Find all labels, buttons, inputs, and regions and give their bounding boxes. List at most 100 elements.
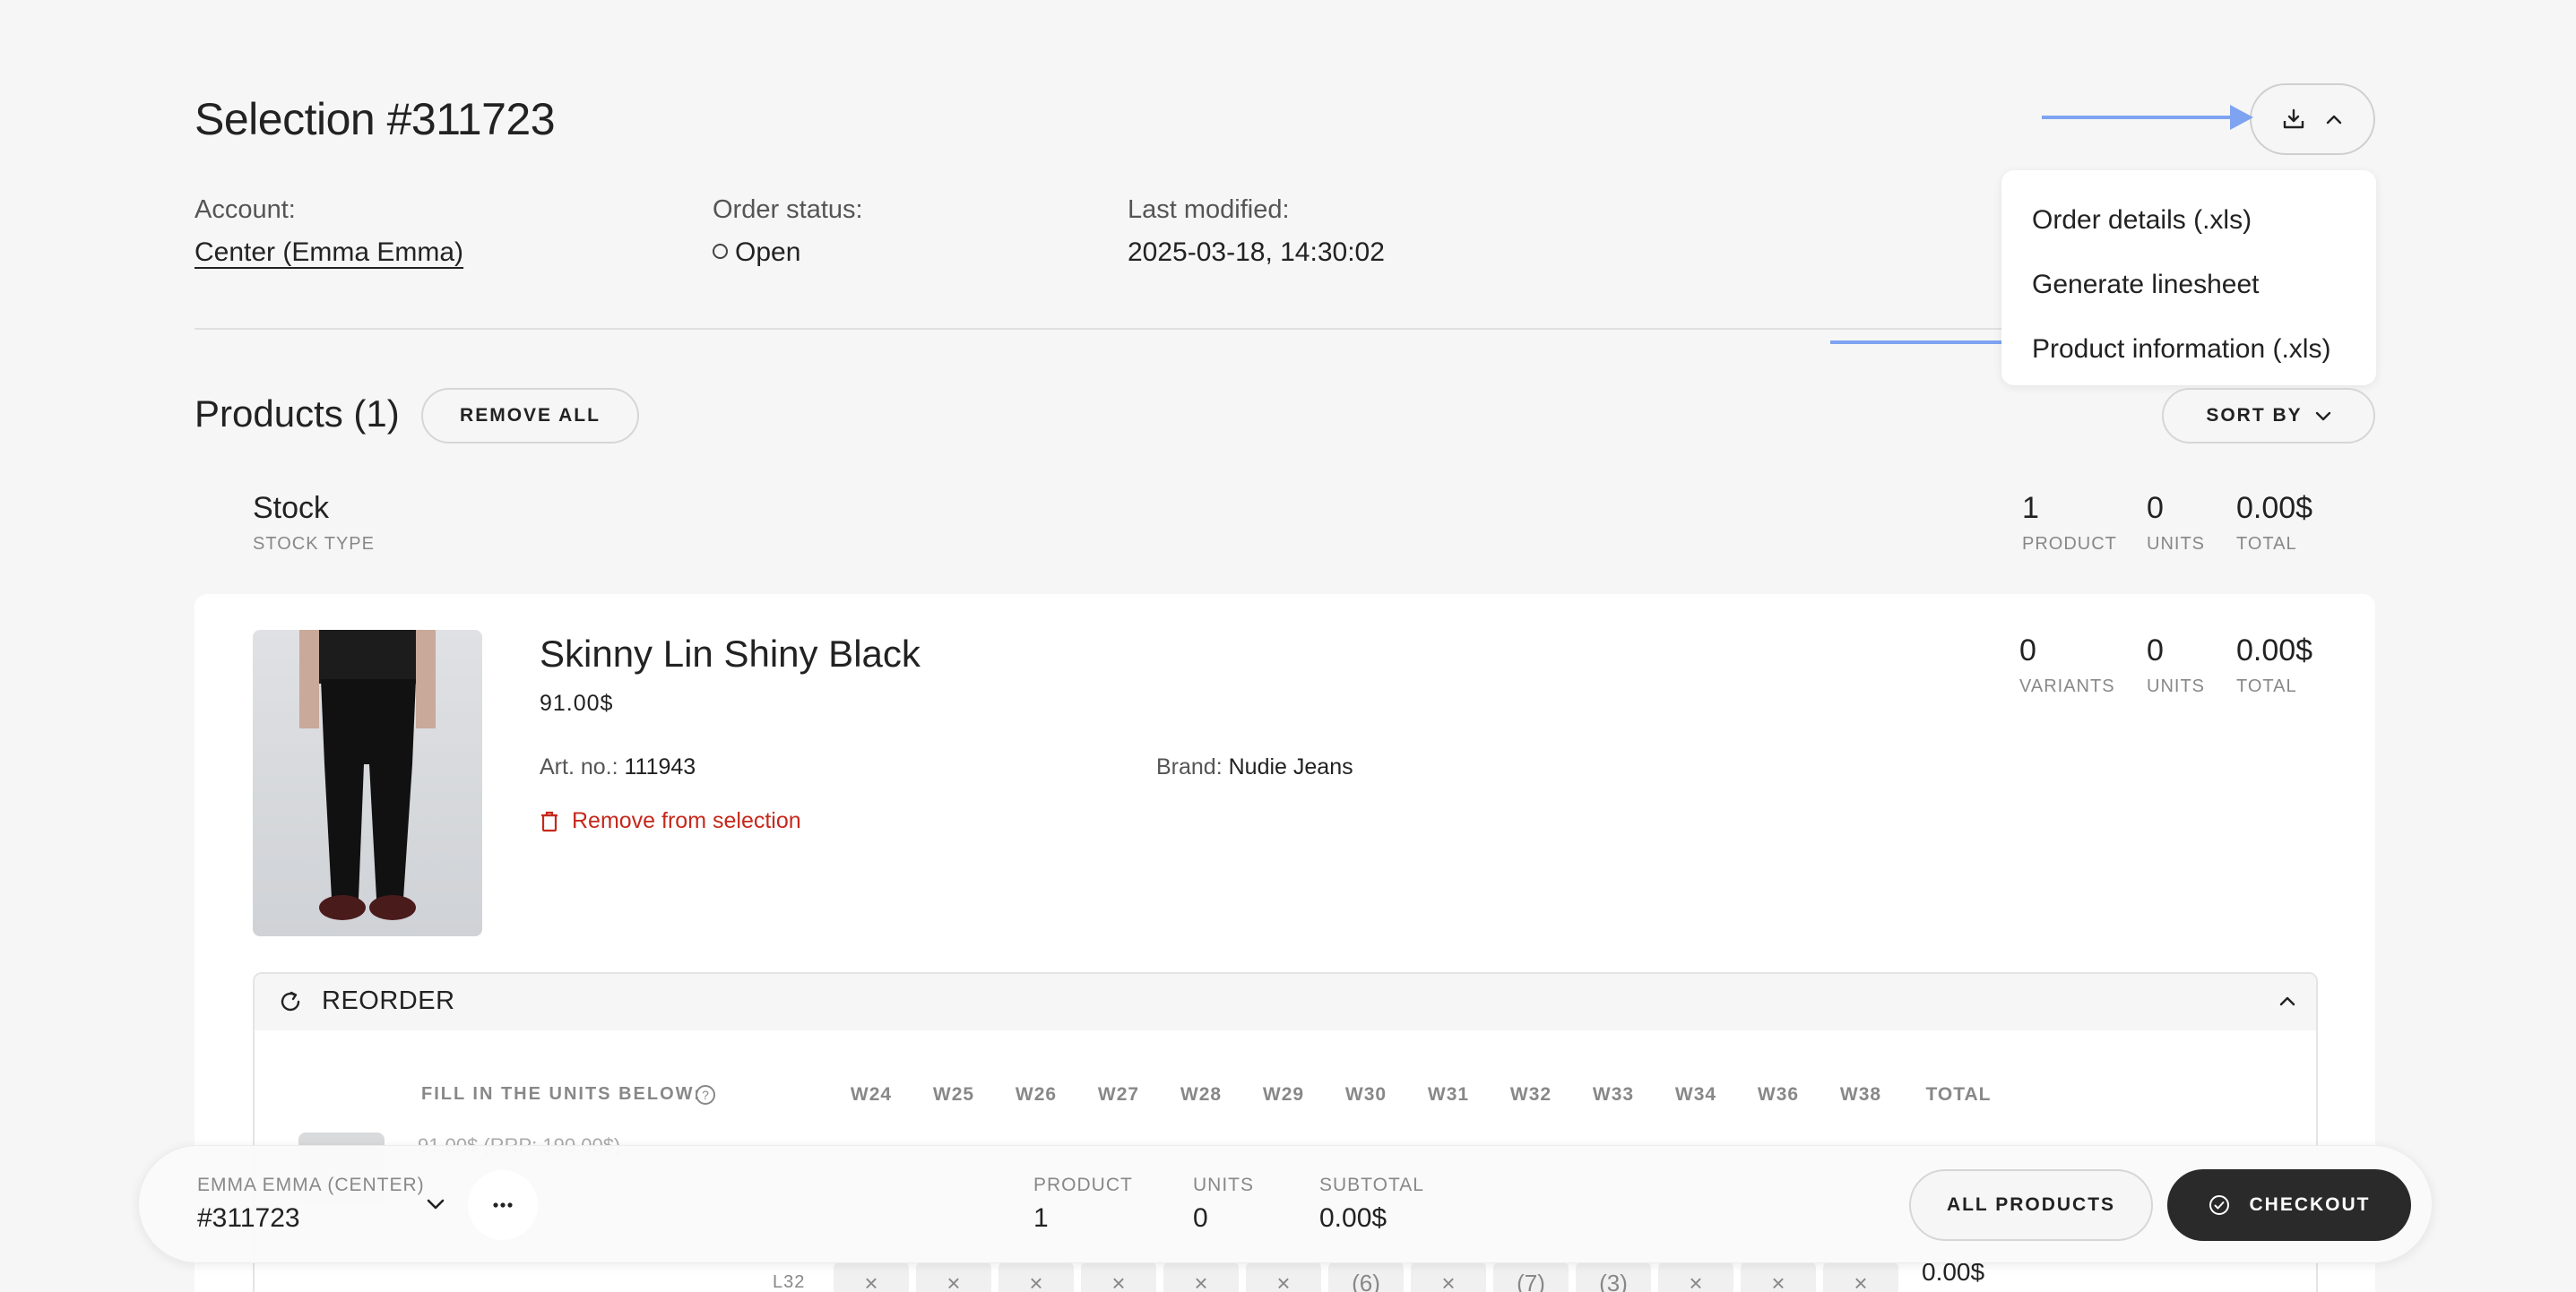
download-icon xyxy=(2283,108,2304,129)
unit-cell[interactable]: (3) xyxy=(1576,1262,1651,1292)
bar-units-label: UNITS xyxy=(1193,1175,1254,1195)
product-units-label: UNITS xyxy=(2147,676,2205,696)
week-header-w26: W26 xyxy=(1015,1084,1058,1105)
unit-cell[interactable]: × xyxy=(1163,1262,1239,1292)
product-variants-label: VARIANTS xyxy=(2019,676,2115,696)
week-header-w32: W32 xyxy=(1509,1084,1552,1105)
account-block: Account: Center (Emma Emma) xyxy=(194,195,463,268)
fill-units-label: FILL IN THE UNITS BELOW: xyxy=(421,1084,702,1104)
checkout-button[interactable]: CHECKOUT xyxy=(2167,1169,2411,1241)
product-total-label: TOTAL xyxy=(2236,676,2297,696)
brand-value: Nudie Jeans xyxy=(1228,754,1353,780)
product-image[interactable] xyxy=(253,630,482,936)
sort-by-button[interactable]: SORT BY xyxy=(2162,388,2375,444)
status-circle-icon xyxy=(713,243,728,259)
last-modified-value: 2025-03-18, 14:30:02 xyxy=(1128,237,1385,267)
week-header-w31: W31 xyxy=(1427,1084,1470,1105)
week-header-w34: W34 xyxy=(1674,1084,1717,1105)
bar-product-value: 1 xyxy=(1033,1203,1049,1233)
bar-subtotal-label: SUBTOTAL xyxy=(1319,1175,1424,1195)
product-variants: 0 xyxy=(2019,633,2036,668)
remove-from-selection-label: Remove from selection xyxy=(572,808,801,833)
last-modified-label: Last modified: xyxy=(1128,195,1290,224)
bar-product-label: PRODUCT xyxy=(1033,1175,1133,1195)
stock-product-label: PRODUCT xyxy=(2022,534,2117,554)
unit-cell[interactable]: (7) xyxy=(1493,1262,1569,1292)
help-icon[interactable]: ? xyxy=(695,1084,716,1106)
week-header-w29: W29 xyxy=(1262,1084,1305,1105)
sort-by-label: SORT BY xyxy=(2206,405,2303,426)
remove-all-button[interactable]: REMOVE ALL xyxy=(421,388,639,444)
annotation-arrow-line-top xyxy=(2042,116,2234,119)
reorder-title: REORDER xyxy=(322,986,455,1015)
more-options-button[interactable] xyxy=(468,1170,538,1240)
chevron-down-icon[interactable] xyxy=(425,1197,446,1211)
week-header-w27: W27 xyxy=(1097,1084,1140,1105)
bar-units-value: 0 xyxy=(1193,1203,1208,1233)
unit-cell[interactable]: × xyxy=(1081,1262,1156,1292)
trash-icon xyxy=(541,811,558,831)
week-header-w24: W24 xyxy=(850,1084,893,1105)
product-total: 0.00$ xyxy=(2236,633,2313,668)
unit-cell[interactable]: × xyxy=(834,1262,909,1292)
account-label: Account: xyxy=(194,195,296,224)
checkout-label: CHECKOUT xyxy=(2249,1194,2371,1215)
week-header-w33: W33 xyxy=(1592,1084,1635,1105)
check-circle-icon xyxy=(2209,1195,2229,1215)
chevron-up-icon[interactable] xyxy=(2278,995,2296,1007)
stock-title: Stock xyxy=(253,491,330,525)
brand: Brand: Nudie Jeans xyxy=(1156,754,1353,780)
chevron-down-icon xyxy=(2315,411,2330,421)
menu-item-generate-linesheet[interactable]: Generate linesheet xyxy=(2001,253,2376,317)
menu-item-product-information[interactable]: Product information (.xls) xyxy=(2001,317,2376,382)
article-number-value: 111943 xyxy=(624,754,696,780)
brand-label: Brand: xyxy=(1156,754,1223,780)
stock-subtitle: STOCK TYPE xyxy=(253,534,375,554)
more-dots-icon xyxy=(493,1202,513,1208)
bar-subtotal-value: 0.00$ xyxy=(1319,1203,1387,1233)
remove-from-selection-link[interactable]: Remove from selection xyxy=(540,808,801,834)
product-name[interactable]: Skinny Lin Shiny Black xyxy=(540,633,921,676)
unit-cell[interactable]: × xyxy=(1658,1262,1733,1292)
week-header-w38: W38 xyxy=(1839,1084,1882,1105)
week-header-w36: W36 xyxy=(1757,1084,1800,1105)
stock-units-label: UNITS xyxy=(2147,534,2205,554)
order-status-label: Order status: xyxy=(713,195,863,224)
annotation-arrow-head-top xyxy=(2230,105,2253,130)
account-link[interactable]: Center (Emma Emma) xyxy=(194,237,463,268)
export-button[interactable] xyxy=(2250,83,2375,155)
unit-cell[interactable]: × xyxy=(1741,1262,1816,1292)
order-status-text: Open xyxy=(735,237,801,267)
article-number-label: Art. no.: xyxy=(540,754,618,780)
stock-total: 0.00$ xyxy=(2236,491,2313,525)
export-dropdown-menu: Order details (.xls) Generate linesheet … xyxy=(2001,170,2376,385)
order-status-value: Open xyxy=(713,237,863,268)
menu-item-order-details[interactable]: Order details (.xls) xyxy=(2001,188,2376,253)
stock-product-count: 1 xyxy=(2022,491,2039,525)
week-header-w25: W25 xyxy=(932,1084,975,1105)
last-modified-block: Last modified: 2025-03-18, 14:30:02 xyxy=(1128,195,1385,268)
article-number: Art. no.: 111943 xyxy=(540,754,696,780)
unit-cell[interactable]: × xyxy=(1411,1262,1486,1292)
order-status-block: Order status: Open xyxy=(713,195,863,268)
chevron-up-icon xyxy=(2326,115,2342,125)
unit-cell[interactable]: × xyxy=(1823,1262,1898,1292)
size-label: L32 xyxy=(773,1272,806,1292)
annotation-arrow-line-menu xyxy=(1830,340,2018,344)
reorder-header[interactable] xyxy=(255,974,2316,1030)
unit-cell[interactable]: (6) xyxy=(1328,1262,1404,1292)
stock-total-label: TOTAL xyxy=(2236,534,2297,554)
stock-units: 0 xyxy=(2147,491,2164,525)
week-header-w28: W28 xyxy=(1180,1084,1223,1105)
products-title: Products (1) xyxy=(194,392,400,435)
unit-cell[interactable]: × xyxy=(998,1262,1074,1292)
week-header-w30: W30 xyxy=(1344,1084,1387,1105)
selection-number: #311723 xyxy=(197,1203,300,1233)
unit-cell[interactable]: × xyxy=(916,1262,991,1292)
product-units: 0 xyxy=(2147,633,2164,668)
customer-name: EMMA EMMA (CENTER) xyxy=(197,1175,425,1195)
unit-cell[interactable]: × xyxy=(1246,1262,1321,1292)
refresh-icon xyxy=(281,991,300,1012)
product-photo-jeans xyxy=(299,630,436,920)
all-products-button[interactable]: ALL PRODUCTS xyxy=(1909,1169,2153,1241)
